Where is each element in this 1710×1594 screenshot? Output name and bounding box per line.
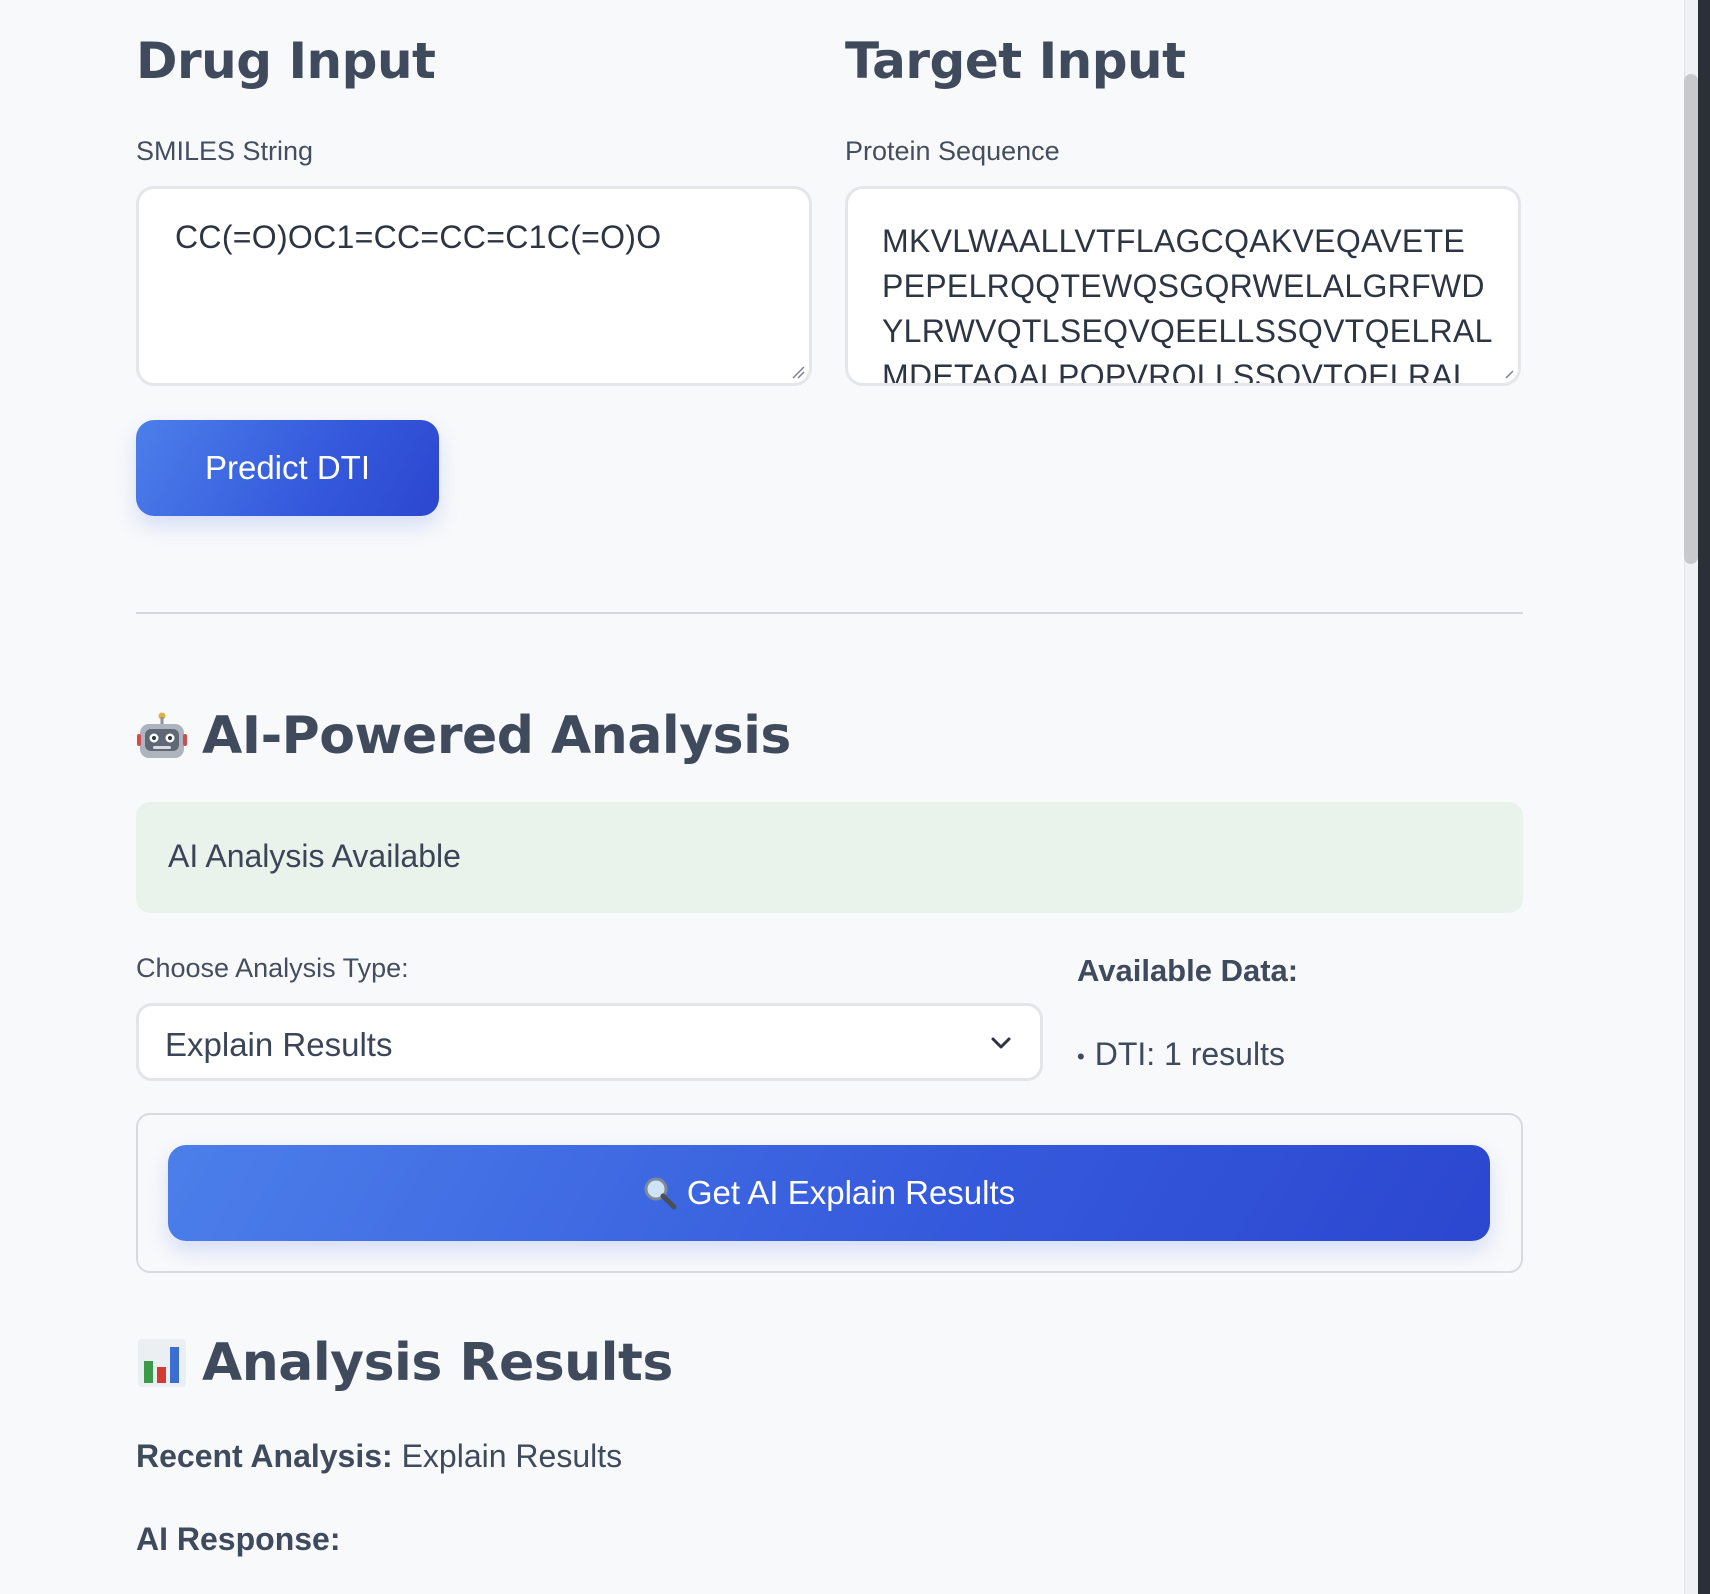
available-data-item: • DTI: 1 results: [1077, 1036, 1285, 1073]
protein-line: MKVLWAALLVTFLAGCQAKVEQAVETE: [882, 223, 1466, 259]
ai-analysis-title: AI-Powered Analysis: [136, 706, 791, 766]
analysis-results-title: Analysis Results: [136, 1333, 673, 1393]
predict-dti-button[interactable]: Predict DTI: [136, 420, 439, 516]
get-ai-explain-label: Get AI Explain Results: [686, 1174, 1016, 1211]
chevron-down-icon: [991, 1037, 1011, 1049]
analysis-results-title-text: Analysis Results: [202, 1333, 673, 1393]
ai-status-box: AI Analysis Available: [136, 802, 1523, 913]
protein-line: PEPELRQQTEWQSGQRWELALGRFWD: [882, 268, 1485, 304]
bar-chart-icon: [138, 1339, 186, 1387]
bullet: •: [1077, 1043, 1085, 1069]
smiles-value: CC(=O)OC1=CC=CC=C1C(=O)O: [175, 219, 662, 255]
window-edge: [1698, 0, 1710, 1594]
section-divider: [136, 612, 1523, 614]
available-data-item-text: DTI: 1 results: [1094, 1036, 1285, 1072]
ai-analysis-title-text: AI-Powered Analysis: [202, 706, 791, 766]
protein-sequence-value: MKVLWAALLVTFLAGCQAKVEQAVETE PEPELRQQTEWQS…: [882, 219, 1493, 386]
smiles-textarea[interactable]: CC(=O)OC1=CC=CC=C1C(=O)O: [136, 186, 812, 386]
protein-label: Protein Sequence: [845, 136, 1060, 166]
recent-analysis-label: Recent Analysis:: [136, 1438, 393, 1474]
protein-line: YLRWVQTLSEQVQEELLSSQVTQELRAL: [882, 313, 1493, 349]
target-input-title: Target Input: [845, 32, 1186, 90]
analysis-type-select[interactable]: Explain Results: [136, 1003, 1043, 1081]
resize-handle-icon[interactable]: [791, 365, 805, 379]
recent-analysis-value: Explain Results: [401, 1438, 623, 1474]
predict-dti-label: Predict DTI: [204, 449, 371, 486]
drug-input-title: Drug Input: [136, 32, 436, 90]
scrollbar-thumb[interactable]: [1684, 74, 1698, 564]
robot-icon: [137, 712, 187, 758]
analysis-type-selected: Explain Results: [165, 1026, 393, 1063]
protein-line: MDETAQALPQPVRQLLSSQVTQELRAL: [882, 358, 1472, 386]
get-ai-explain-button[interactable]: Get AI Explain Results: [168, 1145, 1490, 1241]
available-data-label: Available Data:: [1077, 953, 1299, 988]
protein-textarea[interactable]: MKVLWAALLVTFLAGCQAKVEQAVETE PEPELRQQTEWQS…: [845, 186, 1521, 386]
ai-response-label: AI Response:: [136, 1521, 341, 1557]
page: Drug Input SMILES String CC(=O)OC1=CC=CC…: [0, 0, 1710, 1594]
smiles-label: SMILES String: [136, 136, 314, 166]
ai-status-text: AI Analysis Available: [168, 838, 461, 874]
magnifier-icon: [644, 1177, 677, 1210]
choose-analysis-label: Choose Analysis Type:: [136, 953, 409, 983]
recent-analysis-line: Recent Analysis: Explain Results: [136, 1438, 622, 1475]
resize-handle-icon[interactable]: [1500, 365, 1514, 379]
